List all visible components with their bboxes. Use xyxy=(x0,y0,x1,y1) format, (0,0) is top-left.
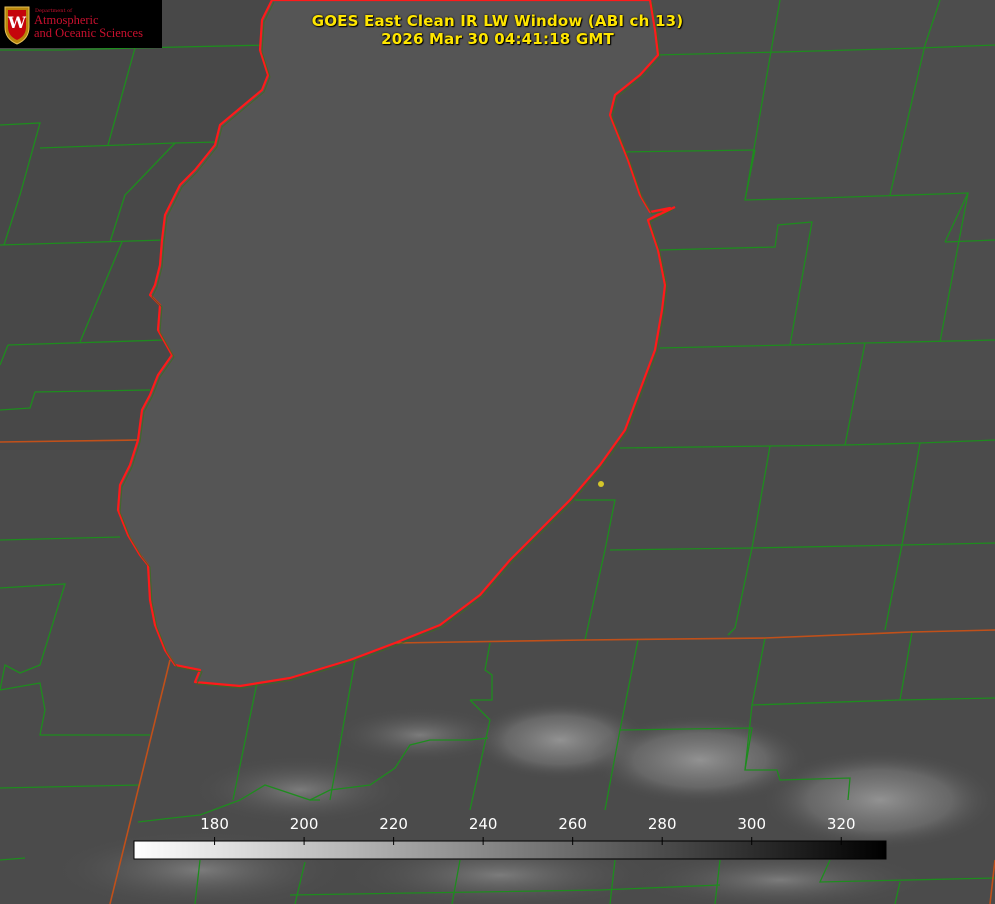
colorbar-gradient xyxy=(133,840,887,860)
land-shade-east xyxy=(650,0,995,420)
image-title: GOES East Clean IR LW Window (ABI ch 13) xyxy=(311,12,684,30)
colorbar-tick-label: 320 xyxy=(826,815,856,833)
colorbar-tick-label: 260 xyxy=(558,815,587,833)
map-canvas xyxy=(0,0,995,904)
colorbar-tick-label: 200 xyxy=(289,815,319,833)
colorbar-tick-label: 280 xyxy=(647,815,677,833)
image-timestamp: 2026 Mar 30 04:41:18 GMT xyxy=(381,30,614,48)
satellite-image: W Department of Atmospheric and Oceanic … xyxy=(0,0,995,904)
colorbar-tick-label: 300 xyxy=(737,815,767,833)
colorbar-tick-label: 180 xyxy=(200,815,229,833)
colorbar-tick-label: 240 xyxy=(468,815,498,833)
colorbar-tick-label: 220 xyxy=(379,815,408,833)
station-marker xyxy=(598,481,604,487)
